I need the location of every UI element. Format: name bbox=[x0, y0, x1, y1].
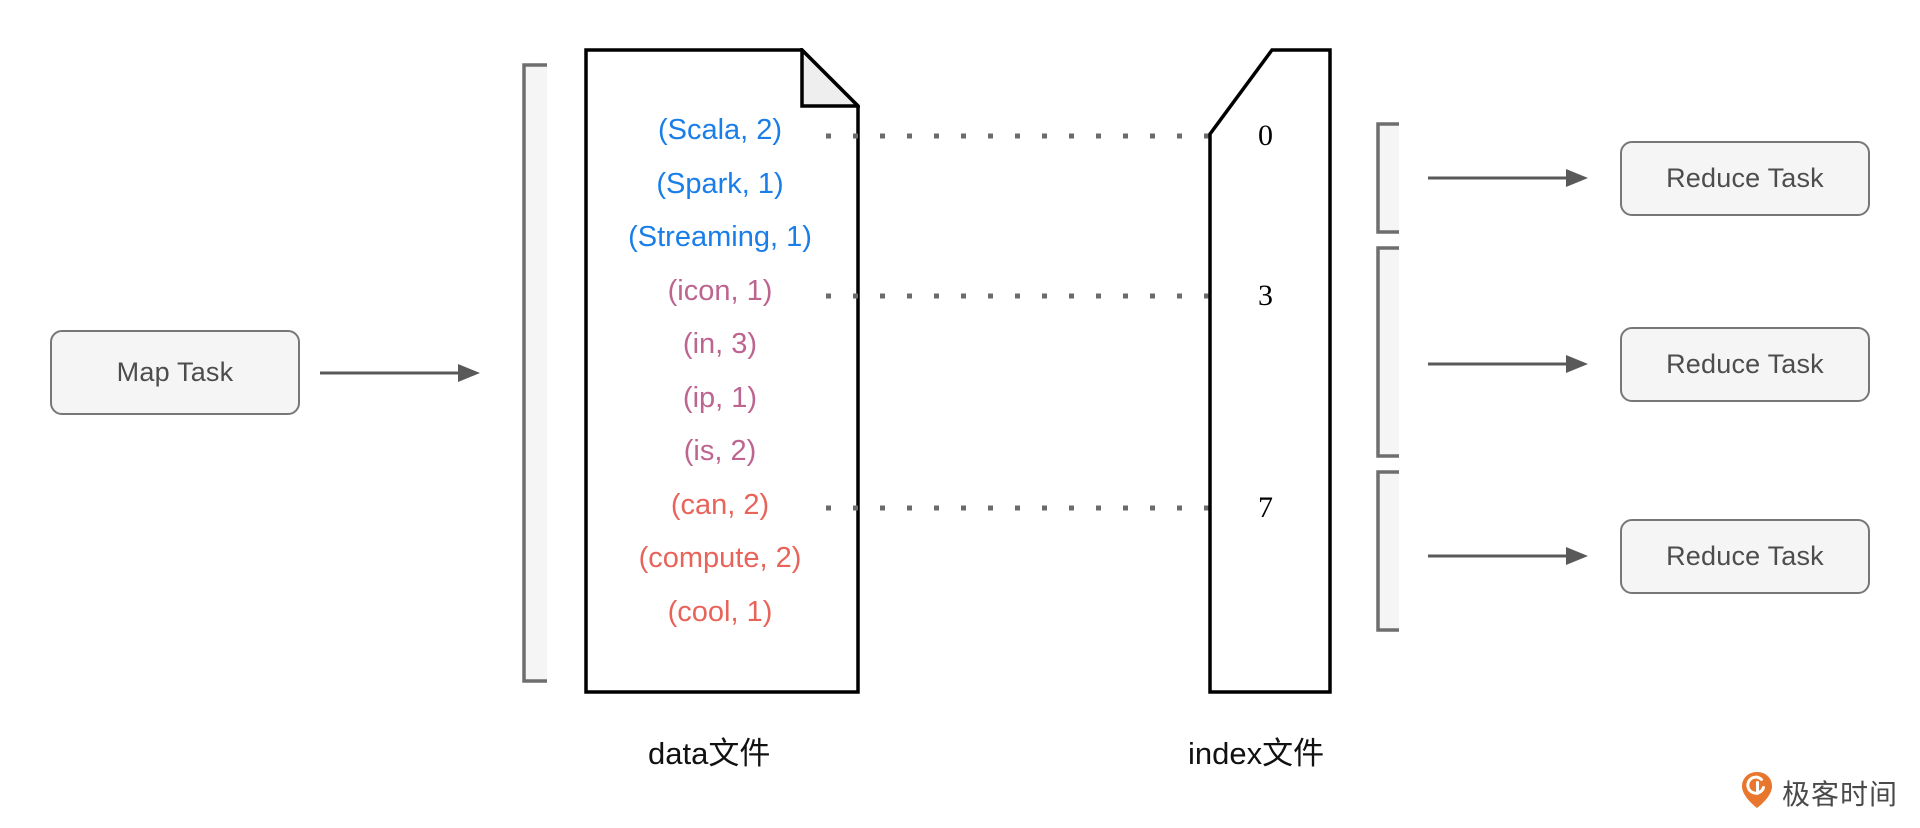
connector-dotline-offset-3 bbox=[826, 293, 1226, 299]
data-file-entry: (cool, 1) bbox=[667, 595, 773, 628]
arrow-to-reduce-task-0 bbox=[1428, 163, 1588, 193]
connector-dotline-offset-0 bbox=[826, 133, 1226, 139]
data-file-entry: (ip, 1) bbox=[682, 381, 758, 414]
reduce-task-box-0[interactable]: Reduce Task bbox=[1620, 141, 1870, 216]
partition-bracket-2 bbox=[1372, 470, 1400, 632]
arrow-map-to-data bbox=[320, 358, 480, 388]
connector-dotline-offset-7 bbox=[826, 505, 1226, 511]
watermark-text: 极客时间 bbox=[1781, 778, 1898, 810]
partition-bracket-1 bbox=[1372, 246, 1400, 458]
data-file-entry: (compute, 2) bbox=[638, 542, 802, 574]
index-offset-value: 3 bbox=[1258, 279, 1273, 312]
geektime-pin-icon bbox=[1741, 771, 1773, 814]
data-file-entry: (icon, 1) bbox=[667, 274, 773, 307]
reduce-task-label: Reduce Task bbox=[1666, 163, 1824, 193]
arrow-to-reduce-task-1 bbox=[1428, 349, 1588, 379]
watermark: 极客时间 bbox=[1741, 771, 1898, 814]
data-file-entry: (Streaming, 1) bbox=[628, 221, 812, 253]
data-file-entry: (Scala, 2) bbox=[657, 114, 783, 146]
data-file-entry: (is, 2) bbox=[683, 435, 757, 467]
reduce-task-label: Reduce Task bbox=[1666, 541, 1824, 571]
reduce-task-label: Reduce Task bbox=[1666, 349, 1824, 379]
data-file-entry: (Spark, 1) bbox=[656, 167, 784, 200]
map-task-label: Map Task bbox=[116, 357, 234, 387]
data-file-span-bracket bbox=[518, 63, 548, 683]
data-file-caption: data文件 bbox=[648, 736, 771, 771]
index-offset-value: 0 bbox=[1258, 119, 1273, 152]
data-file-entry-list: (Scala, 2) (Spark, 1) (Streaming, 1) (ic… bbox=[585, 104, 855, 639]
map-task-box[interactable]: Map Task bbox=[50, 330, 300, 415]
arrow-to-reduce-task-2 bbox=[1428, 541, 1588, 571]
index-file-caption: index文件 bbox=[1188, 736, 1325, 771]
diagram-canvas: Map Task (Scala, 2) (Spark, 1) (Streamin… bbox=[0, 0, 1920, 828]
index-offset-value: 7 bbox=[1258, 491, 1273, 524]
data-file-entry: (can, 2) bbox=[670, 488, 770, 521]
reduce-task-box-1[interactable]: Reduce Task bbox=[1620, 327, 1870, 402]
data-file-entry: (in, 3) bbox=[682, 328, 758, 360]
reduce-task-box-2[interactable]: Reduce Task bbox=[1620, 519, 1870, 594]
partition-bracket-0 bbox=[1372, 122, 1400, 234]
